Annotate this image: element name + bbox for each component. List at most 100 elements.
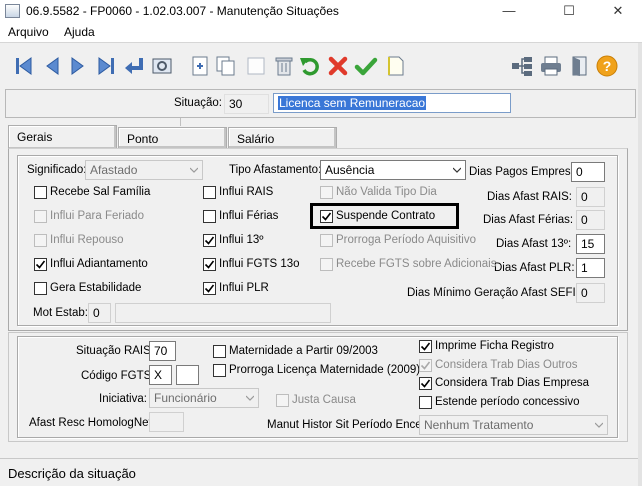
dias-afast-13-label: Dias Afast 13º:: [496, 238, 572, 250]
manut-histor-select[interactable]: Nenhum Tratamento: [419, 415, 608, 435]
tipo-afastamento-select[interactable]: Ausência: [320, 160, 466, 180]
maximize-button[interactable]: ☐: [554, 2, 584, 20]
toolbar: ?: [0, 46, 642, 126]
menu-ajuda[interactable]: Ajuda: [64, 25, 95, 39]
considera-outros-label: Considera Trab Dias Outros: [435, 359, 578, 371]
check-icon: [420, 342, 431, 351]
window-edge: [638, 43, 642, 486]
iniciativa-label: Iniciativa:: [99, 393, 147, 405]
significado-label: Significado:: [27, 164, 87, 176]
chevron-down-icon: [595, 422, 603, 428]
codigo-fgts-field-2[interactable]: [176, 365, 199, 385]
influi-fgts-13o-label: Influi FGTS 13o: [219, 258, 300, 270]
imprime-ficha-label: Imprime Ficha Registro: [435, 340, 554, 352]
title-bar: 06.9.5582 - FP0060 - 1.02.03.007 - Manut…: [0, 0, 642, 22]
blank-icon[interactable]: [244, 54, 268, 78]
first-record-icon[interactable]: [12, 54, 36, 78]
window-title: 06.9.5582 - FP0060 - 1.02.03.007 - Manut…: [26, 4, 339, 18]
iniciativa-value: Funcionário: [154, 391, 217, 405]
situacao-label: Situação:: [174, 97, 222, 109]
print-icon[interactable]: [539, 54, 563, 78]
new-record-icon[interactable]: [188, 54, 212, 78]
gera-estabilidade-checkbox[interactable]: [34, 282, 47, 295]
recebe-fgts-sobre-adicionais-checkbox[interactable]: [320, 258, 333, 271]
next-record-icon[interactable]: [66, 54, 90, 78]
situacao-description-field[interactable]: Licenca sem Remuneracao: [273, 93, 511, 113]
dias-afast-plr-label: Dias Afast PLR:: [494, 262, 575, 274]
prorroga-licenca-checkbox[interactable]: [213, 364, 226, 377]
check-icon: [420, 361, 431, 370]
dias-afast-13-field[interactable]: 15: [576, 234, 605, 254]
situacao-rais-field[interactable]: 70: [149, 341, 176, 361]
menu-arquivo[interactable]: Arquivo: [8, 25, 49, 39]
influi-rais-checkbox[interactable]: [203, 186, 216, 199]
codigo-fgts-field[interactable]: X: [149, 365, 172, 385]
tipo-afastamento-label: Tipo Afastamento:: [229, 164, 322, 176]
estende-periodo-checkbox[interactable]: [419, 396, 432, 409]
svg-text:?: ?: [603, 58, 612, 74]
estende-periodo-label: Estende período concessivo: [435, 396, 580, 408]
close-button[interactable]: ✕: [603, 2, 633, 20]
status-bar: Descrição da situação: [8, 466, 136, 481]
delete-icon[interactable]: [272, 54, 296, 78]
enter-icon[interactable]: [122, 54, 146, 78]
check-icon: [35, 260, 46, 269]
dias-afast-ferias-field: 0: [576, 210, 605, 230]
last-record-icon[interactable]: [94, 54, 118, 78]
influi-fgts-13o-checkbox[interactable]: [203, 258, 216, 271]
considera-empresa-checkbox[interactable]: [419, 377, 432, 390]
chevron-down-icon: [190, 167, 198, 173]
dias-pagos-field[interactable]: 0: [571, 162, 605, 182]
recebe-sal-familia-label: Recebe Sal Família: [50, 186, 151, 198]
situacao-code-field[interactable]: 30: [224, 94, 269, 114]
considera-empresa-label: Considera Trab Dias Empresa: [435, 377, 590, 389]
hierarchy-icon[interactable]: [510, 54, 534, 78]
influi-13-checkbox[interactable]: [203, 234, 216, 247]
influi-ferias-checkbox[interactable]: [203, 210, 216, 223]
prorroga-periodo-aquisitivo-checkbox[interactable]: [320, 234, 333, 247]
influi-adiantamento-checkbox[interactable]: [34, 258, 47, 271]
help-icon[interactable]: ?: [595, 54, 619, 78]
previous-record-icon[interactable]: [40, 54, 64, 78]
recebe-fgts-sobre-adicionais-label: Recebe FGTS sobre Adicionais: [336, 258, 497, 270]
recebe-sal-familia-checkbox[interactable]: [34, 186, 47, 199]
minimize-button[interactable]: —: [494, 2, 524, 20]
influi-para-feriado-label: Influi Para Feriado: [50, 210, 144, 222]
maternidade-checkbox[interactable]: [213, 345, 226, 358]
confirm-icon[interactable]: [354, 54, 378, 78]
manut-histor-value: Nenhum Tratamento: [424, 418, 534, 432]
situacao-description-text: Licenca sem Remuneracao: [278, 96, 427, 110]
influi-13-label: Influi 13º: [219, 234, 264, 246]
tab-salario[interactable]: Salário: [228, 127, 337, 149]
gera-estabilidade-label: Gera Estabilidade: [50, 282, 142, 294]
exit-icon[interactable]: [568, 54, 592, 78]
copy-record-icon[interactable]: [214, 54, 238, 78]
nao-valida-tipo-dia-label: Não Valida Tipo Dia: [336, 186, 437, 198]
mot-estab-description-field: [115, 303, 331, 323]
highlight-box: [310, 203, 459, 229]
situacao-rais-label: Situação RAIS:: [76, 345, 154, 357]
undo-icon[interactable]: [298, 54, 322, 78]
check-icon: [204, 260, 215, 269]
influi-repouso-checkbox[interactable]: [34, 234, 47, 247]
afast-resc-field: [149, 412, 184, 432]
cancel-icon[interactable]: [326, 54, 350, 78]
influi-para-feriado-checkbox[interactable]: [34, 210, 47, 223]
codigo-fgts-label: Código FGTS:: [81, 370, 155, 382]
significado-select[interactable]: Afastado: [85, 160, 203, 180]
influi-rais-label: Influi RAIS: [219, 186, 274, 198]
imprime-ficha-checkbox[interactable]: [419, 340, 432, 353]
considera-outros-checkbox[interactable]: [419, 359, 432, 372]
tab-ponto[interactable]: Ponto: [118, 127, 227, 149]
influi-plr-checkbox[interactable]: [203, 282, 216, 295]
dias-minimo-sefip-label: Dias Mínimo Geração Afast SEFIP:: [407, 287, 587, 299]
dias-afast-ferias-label: Dias Afast Férias:: [483, 214, 574, 226]
manut-histor-label: Manut Histor Sit Período Encer:: [267, 419, 429, 431]
new-document-icon[interactable]: [384, 54, 408, 78]
preview-icon[interactable]: [150, 54, 174, 78]
nao-valida-tipo-dia-checkbox[interactable]: [320, 186, 333, 199]
tab-gerais[interactable]: Gerais: [8, 125, 117, 149]
justa-causa-checkbox[interactable]: [276, 394, 289, 407]
dias-afast-plr-field[interactable]: 1: [576, 258, 605, 278]
iniciativa-select[interactable]: Funcionário: [149, 388, 259, 408]
